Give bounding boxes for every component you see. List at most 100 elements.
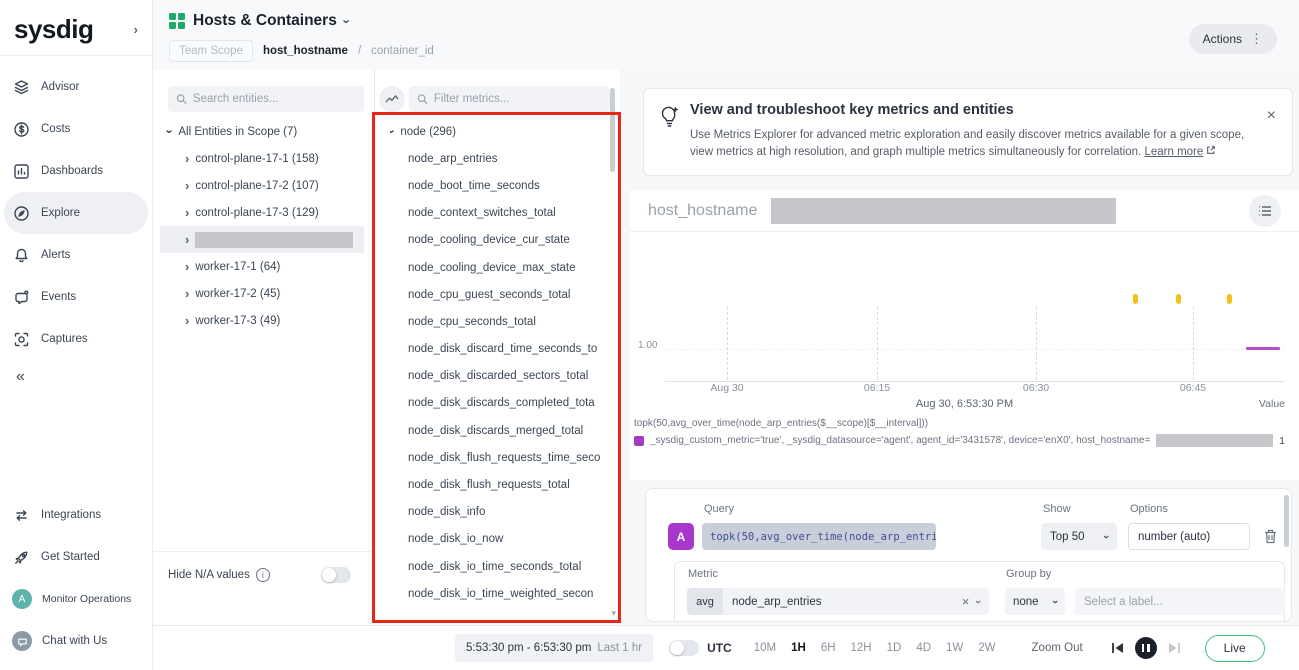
metric-item[interactable]: node_disk_io_time_weighted_secon [390,580,606,607]
group-by-label-input[interactable] [1075,588,1285,615]
page-title[interactable]: Hosts & Containers [193,12,337,30]
sidebar-item-costs[interactable]: Costs [0,108,152,150]
collapse-sidebar-icon[interactable]: « [0,360,152,394]
team-scope-chip[interactable]: Team Scope [169,40,253,62]
range-1d[interactable]: 1D [887,642,902,654]
time-range-display[interactable]: 5:53:30 pm - 6:53:30 pm Last 1 hr [455,634,653,662]
sidebar-item-monitor-operations[interactable]: A Monitor Operations [0,578,152,620]
sidebar-item-advisor[interactable]: Advisor [0,66,152,108]
range-12h[interactable]: 12H [851,642,872,654]
metric-item[interactable]: node_cpu_seconds_total [390,308,606,335]
sidebar-item-label: Captures [41,333,88,345]
search-icon [417,93,428,105]
skip-forward-icon [1167,642,1181,654]
entity-tree-item-selected[interactable]: › [160,226,364,253]
metric-item[interactable]: node_boot_time_seconds [390,172,606,199]
sidebar-item-dashboards[interactable]: Dashboards [0,150,152,192]
redacted-entity-name [195,232,353,248]
metric-filter-input[interactable] [434,93,602,105]
breadcrumb-container[interactable]: container_id [371,45,434,57]
entity-tree-item[interactable]: ›control-plane-17-2 (107) [168,172,364,199]
chevron-down-icon[interactable]: › [972,600,984,604]
range-6h[interactable]: 6H [821,642,836,654]
entity-tree-item[interactable]: ›worker-17-2 (45) [168,280,364,307]
entity-search-input[interactable] [193,93,356,105]
sidebar-item-captures[interactable]: Captures [0,318,152,360]
search-icon [176,93,187,105]
metric-item[interactable]: node_disk_discards_completed_tota [390,390,606,417]
chart-line-icon-button[interactable] [379,86,405,112]
skip-back-button[interactable] [1111,642,1125,654]
metric-item[interactable]: node_disk_flush_requests_total [390,471,606,498]
delete-query-button[interactable] [1264,529,1277,549]
metric-item[interactable]: node_disk_discard_time_seconds_to [390,336,606,363]
metric-group[interactable]: ›node (296) [390,118,606,145]
metric-item[interactable]: node_disk_io_now [390,526,606,553]
sidebar-item-alerts[interactable]: Alerts [0,234,152,276]
breadcrumb-separator: / [358,45,361,57]
metric-item[interactable]: node_disk_discards_merged_total [390,417,606,444]
range-4d[interactable]: 4D [916,642,931,654]
metric-item[interactable]: node_arp_entries [390,145,606,172]
entity-tree-item[interactable]: ›worker-17-1 (64) [168,253,364,280]
options-input[interactable]: number (auto) [1128,523,1250,550]
range-1w[interactable]: 1W [946,642,963,654]
entity-search[interactable] [168,86,364,112]
breadcrumb-host[interactable]: host_hostname [263,45,348,57]
series-line[interactable] [1246,347,1280,350]
legend-list-button[interactable] [1249,195,1281,227]
entity-label: All Entities in Scope (7) [178,126,297,138]
hide-na-label: Hide N/A values [168,569,250,581]
metric-item[interactable]: node_cpu_guest_seconds_total [390,281,606,308]
close-icon[interactable]: × [1267,107,1276,125]
entity-tree-item[interactable]: ›control-plane-17-3 (129) [168,199,364,226]
range-2w[interactable]: 2W [978,642,995,654]
metric-section: Metric Group by avg node_arp_entries × ›… [674,561,1285,622]
builder-scrollbar[interactable] [1284,495,1289,547]
group-by-select[interactable]: none › [1005,588,1065,615]
aggregation-chip[interactable]: avg [687,588,723,615]
sidebar-item-get-started[interactable]: Get Started [0,536,152,578]
v-gridline [1036,307,1037,380]
live-button[interactable]: Live [1205,635,1265,662]
query-input[interactable]: topk(50,avg_over_time(node_arp_entries($… [702,523,936,550]
metric-item[interactable]: node_cooling_device_max_state [390,254,606,281]
zoom-out-button[interactable]: Zoom Out [1032,642,1083,654]
range-1h[interactable]: 1H [791,642,806,654]
metric-item[interactable]: node_cooling_device_cur_state [390,227,606,254]
scroll-down-icon[interactable]: ▾ [611,608,616,619]
metric-item[interactable]: node_disk_info [390,499,606,526]
banner-body: Use Metrics Explorer for advanced metric… [690,127,1255,161]
learn-more-link[interactable]: Learn more [1144,146,1203,158]
metric-item[interactable]: node_disk_discarded_sectors_total [390,363,606,390]
metric-select[interactable]: node_arp_entries × › [723,588,989,615]
sidebar-item-integrations[interactable]: Integrations [0,494,152,536]
metric-item[interactable]: node_disk_io_time_seconds_total [390,553,606,580]
sidebar-item-events[interactable]: Events [0,276,152,318]
legend-row[interactable]: _sysdig_custom_metric='true', _sysdig_da… [630,429,1299,447]
entity-tree-item[interactable]: ›worker-17-3 (49) [168,307,364,334]
metric-filter[interactable] [409,86,610,112]
chart-plot[interactable]: 1.00 [630,232,1299,382]
entity-tree-item[interactable]: ›control-plane-17-1 (158) [168,145,364,172]
sidebar-item-chat[interactable]: Chat with Us [0,620,152,662]
alert-marker[interactable] [1133,294,1138,304]
metric-item[interactable]: node_context_switches_total [390,200,606,227]
metrics-scrollbar[interactable] [610,88,615,172]
query-letter-badge[interactable]: A [668,523,694,550]
actions-button[interactable]: Actions ⋮ [1189,24,1277,54]
sidebar-expand-icon[interactable]: › [134,22,138,37]
hide-na-toggle[interactable] [321,567,351,583]
alert-marker[interactable] [1227,294,1232,304]
info-icon[interactable]: i [256,568,270,582]
metric-item[interactable]: node_disk_flush_requests_time_seco [390,444,606,471]
alert-marker[interactable] [1176,294,1181,304]
chevron-down-icon[interactable]: › [340,19,355,23]
utc-toggle[interactable] [669,640,699,656]
sidebar-item-explore[interactable]: Explore [4,192,148,234]
pause-button[interactable] [1135,637,1157,659]
skip-forward-button[interactable] [1167,642,1181,654]
range-10m[interactable]: 10M [754,642,776,654]
entity-tree-root[interactable]: ›All Entities in Scope (7) [168,118,364,145]
show-select[interactable]: Top 50 › [1041,523,1117,550]
